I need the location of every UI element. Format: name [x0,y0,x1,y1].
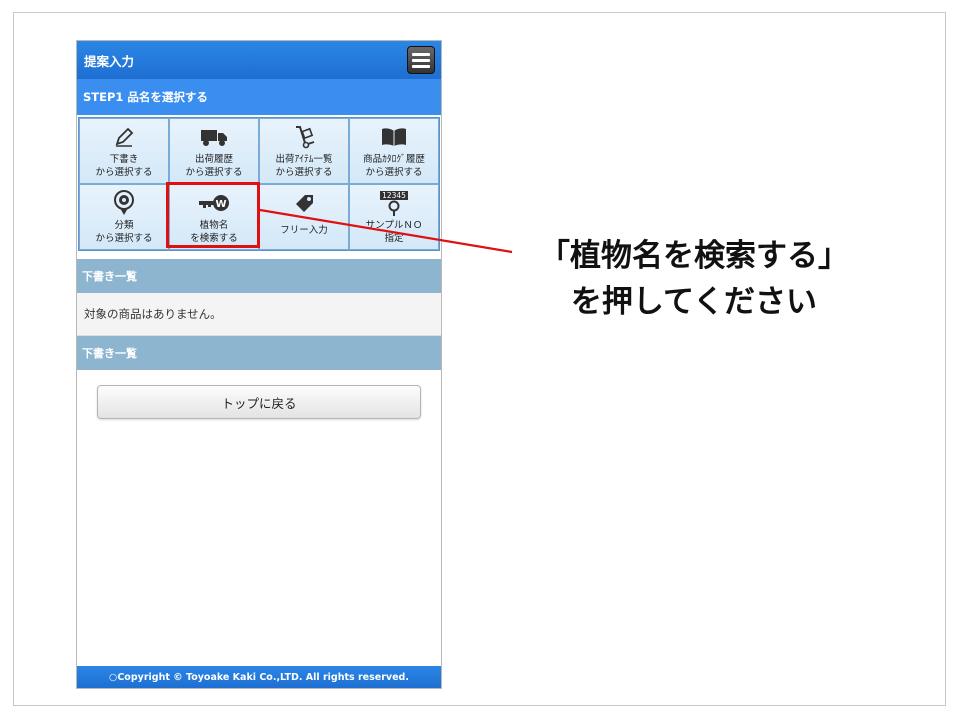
tile-label: 分類 から選択する [95,220,153,244]
tile-from-draft[interactable]: 下書き から選択する [79,118,169,184]
pencil-icon [113,124,135,150]
tile-sample-number[interactable]: 12345 サンプルＮＯ 指定 [349,184,439,250]
app-header: 提案入力 [77,41,441,79]
tile-by-category[interactable]: 分類 から選択する [79,184,169,250]
phone-screen: 提案入力 STEP1 品名を選択する 下書き から選択する 出荷履歴 から選択す… [76,40,442,689]
tile-shipping-items[interactable]: 出荷ｱｲﾃﾑ一覧 から選択する [259,118,349,184]
tile-shipping-history[interactable]: 出荷履歴 から選択する [169,118,259,184]
tile-label: サンプルＮＯ 指定 [365,220,423,244]
book-icon [381,124,407,150]
footer-copyright: ○Copyright © Toyoake Kaki Co.,LTD. All r… [77,666,441,688]
flower-pin-icon [112,190,136,216]
tile-label: 出荷履歴 から選択する [185,154,243,178]
tile-label: 商品ｶﾀﾛｸﾞ履歴 から選択する [363,154,425,178]
number-pin-icon: 12345 [380,190,408,216]
instruction-callout: 「植物名を検索する」 を押してください [539,238,849,320]
tile-label: 出荷ｱｲﾃﾑ一覧 から選択する [275,154,333,178]
empty-message: 対象の商品はありません。 [77,293,441,336]
hand-truck-icon [292,124,316,150]
page-title: 提案入力 [84,53,135,69]
back-to-top-button[interactable]: トップに戻る [97,385,421,419]
highlight-box [166,182,260,248]
tile-free-input[interactable]: フリー入力 [259,184,349,250]
drafts-header-secondary: 下書き一覧 [77,336,441,370]
tag-icon [293,190,315,216]
menu-button[interactable] [407,46,435,74]
drafts-header: 下書き一覧 [77,259,441,293]
tile-label: フリー入力 [280,225,328,236]
truck-icon [200,124,228,150]
step-label: STEP1 品名を選択する [83,90,208,104]
step-bar: STEP1 品名を選択する [77,79,441,115]
hamburger-icon [412,52,430,56]
sample-number-badge: 12345 [380,190,408,200]
tile-catalog-history[interactable]: 商品ｶﾀﾛｸﾞ履歴 から選択する [349,118,439,184]
tile-label: 下書き から選択する [95,154,153,178]
